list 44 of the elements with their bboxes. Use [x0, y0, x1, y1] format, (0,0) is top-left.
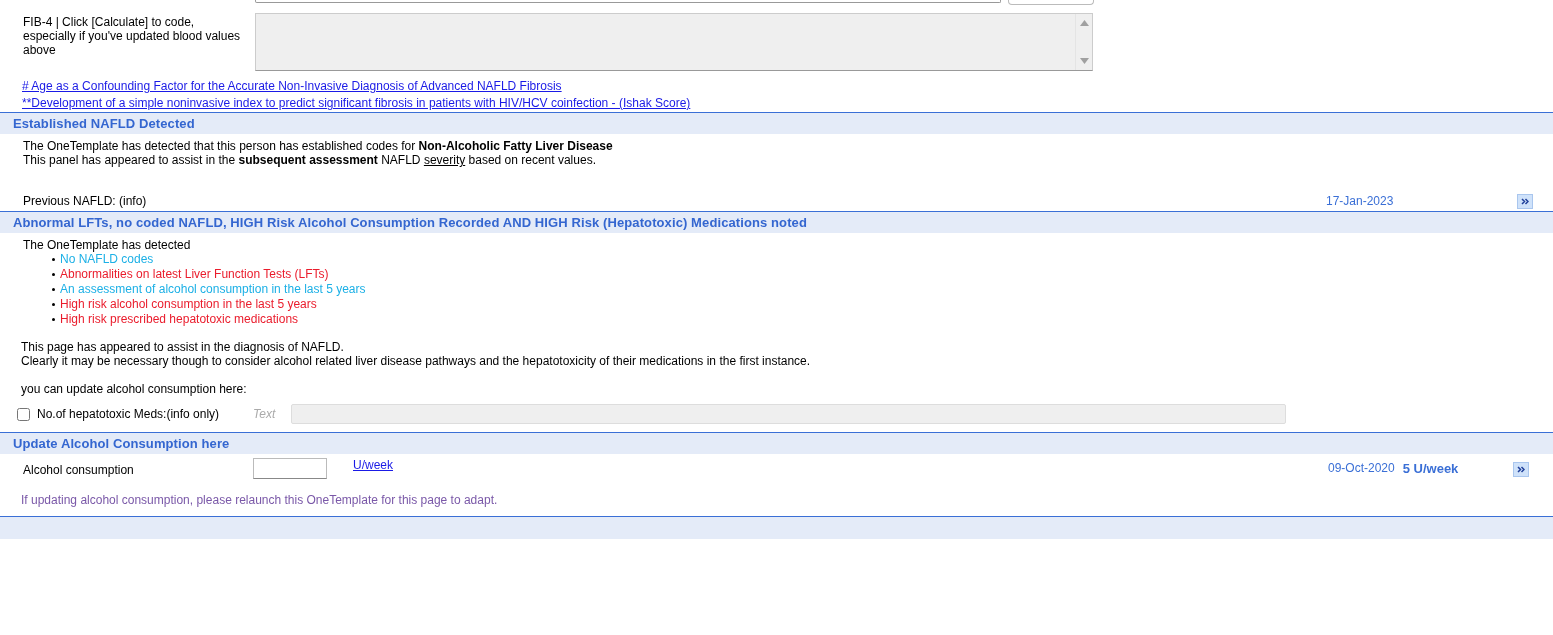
- scroll-down-icon[interactable]: [1079, 58, 1089, 64]
- bullet-icon: [52, 258, 55, 261]
- section-title: Abnormal LFTs, no coded NAFLD, HIGH Risk Alcohol Consumption Recorded AND HIGH Risk (Hepatotoxic) Medications noted: [13, 215, 807, 230]
- alcohol-input[interactable]: [253, 458, 327, 479]
- record-date: 09-Oct-2020: [1328, 461, 1395, 475]
- detection-message: The OneTemplate has detected that this person has established codes for Non-Alcoholic Fatty Liver Disease: [23, 139, 614, 153]
- previous-nafld-label: Previous NAFLD: (info): [23, 194, 148, 208]
- scroll-up-icon[interactable]: [1079, 20, 1089, 26]
- bullet-icon: [52, 303, 55, 306]
- bullet-icon: [52, 318, 55, 321]
- reference-link[interactable]: # Age as a Confounding Factor for the Accurate Non-Invasive Diagnosis of Advanced NAFLD Fibrosis: [22, 79, 562, 93]
- bullet-icon: [52, 288, 55, 291]
- text-area[interactable]: [255, 13, 1093, 71]
- forward-button[interactable]: [1517, 193, 1533, 209]
- alcohol-label: Alcohol consumption: [23, 463, 135, 477]
- forward-button[interactable]: [1512, 462, 1529, 477]
- scrollbar[interactable]: [1075, 14, 1092, 70]
- relaunch-hint: If updating alcohol consumption, please relaunch this OneTemplate for this page to adapt.: [21, 493, 499, 507]
- update-prompt: you can update alcohol consumption here:: [21, 382, 248, 396]
- push-button[interactable]: [1008, 0, 1094, 5]
- note-text: Clearly it may be necessary though to consider alcohol related liver disease pathways and the hepatotoxicity of their medications in the first instance.: [21, 354, 812, 368]
- finding-text: An assessment of alcohol consumption in the last 5 years: [60, 282, 366, 297]
- finding-text: No NAFLD codes: [60, 252, 154, 267]
- unit-link[interactable]: U/week: [353, 458, 1328, 472]
- field-label: Text: [253, 407, 277, 421]
- detection-intro: The OneTemplate has detected: [23, 238, 192, 252]
- meds-checkbox[interactable]: [17, 407, 30, 421]
- meds-label: No.of hepatotoxic Meds:(info only): [37, 407, 221, 421]
- fib4-instruction: FIB-4 | Click [Calculate] to code, especially if you've updated blood values above: [23, 15, 242, 59]
- note-text: This page has appeared to assist in the diagnosis of NAFLD.: [21, 340, 345, 354]
- assessment-message: This panel has appeared to assist in the subsequent assessment NAFLD severity based on recent values.: [23, 153, 597, 167]
- finding-text: Abnormalities on latest Liver Function Tests (LFTs): [60, 267, 329, 282]
- bullet-icon: [52, 273, 55, 276]
- finding-text: High risk prescribed hepatotoxic medications: [60, 312, 299, 327]
- section-title: Update Alcohol Consumption here: [13, 436, 230, 451]
- text-field[interactable]: [291, 404, 1286, 424]
- input-field[interactable]: [255, 0, 1001, 3]
- reference-link[interactable]: **Development of a simple noninvasive index to predict significant fibrosis in patients with HIV/HCV coinfection - (Ishak Score): [22, 96, 691, 110]
- section-title: Established NAFLD Detected: [13, 116, 195, 131]
- double-chevron-icon: [1521, 197, 1529, 205]
- alcohol-value: 5 U/week: [1402, 461, 1460, 476]
- finding-text: High risk alcohol consumption in the last 5 years: [60, 297, 317, 312]
- record-date: 17-Jan-2023: [1326, 194, 1395, 208]
- double-chevron-icon: [1516, 466, 1525, 473]
